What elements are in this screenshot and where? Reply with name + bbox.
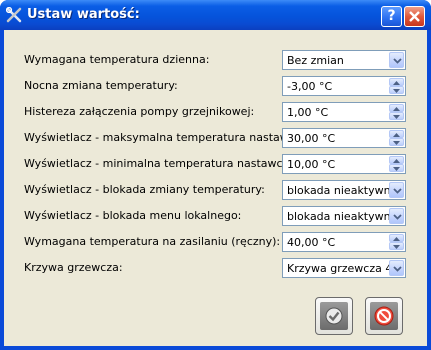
spin-up-icon[interactable] [389,130,404,138]
spin-down-icon[interactable] [389,242,404,250]
cancel-button[interactable] [365,297,403,335]
spin-buttons [389,130,404,146]
help-button[interactable]: ? [381,6,402,27]
spin-buttons [389,78,404,94]
field-label: Wyświetlacz - blokada menu lokalnego: [24,209,242,222]
field-label: Wyświetlacz - minimalna temperatura nast… [24,157,299,170]
field-value: 30,00 °C [287,132,336,145]
field-label: Wyświetlacz - blokada zmiany temperatury… [24,183,265,196]
spin-down-icon[interactable] [389,164,404,172]
spin-buttons [389,234,404,250]
no-entry-icon [374,306,394,326]
dialog-body: Wymagana temperatura dzienna: Bez zmian No… [4,30,427,346]
field-value: blokada nieaktywna [287,184,398,197]
spin-buttons [389,104,404,120]
spin-up-icon[interactable] [389,234,404,242]
dropdown-select[interactable]: blokada nieaktywna [282,180,406,200]
spinner-input[interactable]: 10,00 °C [282,154,406,174]
spin-down-icon[interactable] [389,86,404,94]
field-label: Wyświetlacz - maksymalna temperatura nas… [24,131,312,144]
spinner-input[interactable]: -3,00 °C [282,76,406,96]
window-title: Ustaw wartość: [27,7,140,22]
dropdown-select[interactable]: Bez zmian [282,50,406,70]
field-value: Bez zmian [287,54,344,67]
spin-down-icon[interactable] [389,112,404,120]
ok-button[interactable] [315,297,353,335]
chevron-down-icon[interactable] [389,260,404,276]
spin-down-icon[interactable] [389,138,404,146]
spinner-input[interactable]: 40,00 °C [282,232,406,252]
spinner-input[interactable]: 1,00 °C [282,102,406,122]
dropdown-select[interactable]: blokada nieaktywna [282,206,406,226]
spin-buttons [389,156,404,172]
field-label: Histereza załączenia pompy grzejnikowej: [24,105,255,118]
chevron-down-icon[interactable] [389,208,404,224]
dropdown-select[interactable]: Krzywa grzewcza 41 [282,258,406,278]
field-value: 1,00 °C [287,106,329,119]
spin-up-icon[interactable] [389,104,404,112]
spin-up-icon[interactable] [389,156,404,164]
dialog-window: Ustaw wartość: ? Wymagana temperatura dz… [0,0,431,350]
field-value: -3,00 °C [287,80,333,93]
tools-icon [5,6,22,23]
title-bar[interactable]: Ustaw wartość: ? [0,0,431,30]
field-value: Krzywa grzewcza 41 [287,262,400,275]
field-label: Wymagana temperatura dzienna: [24,53,210,66]
field-value: 40,00 °C [287,236,336,249]
close-button[interactable] [404,6,425,27]
chevron-down-icon[interactable] [389,182,404,198]
spinner-input[interactable]: 30,00 °C [282,128,406,148]
chevron-down-icon[interactable] [389,52,404,68]
checkmark-icon [325,307,343,325]
spin-up-icon[interactable] [389,78,404,86]
field-value: 10,00 °C [287,158,336,171]
field-label: Nocna zmiana temperatury: [24,79,178,92]
field-label: Krzywa grzewcza: [24,261,123,274]
field-value: blokada nieaktywna [287,210,398,223]
close-icon [409,11,420,22]
field-label: Wymagana temperatura na zasilaniu (ręczn… [24,235,281,248]
